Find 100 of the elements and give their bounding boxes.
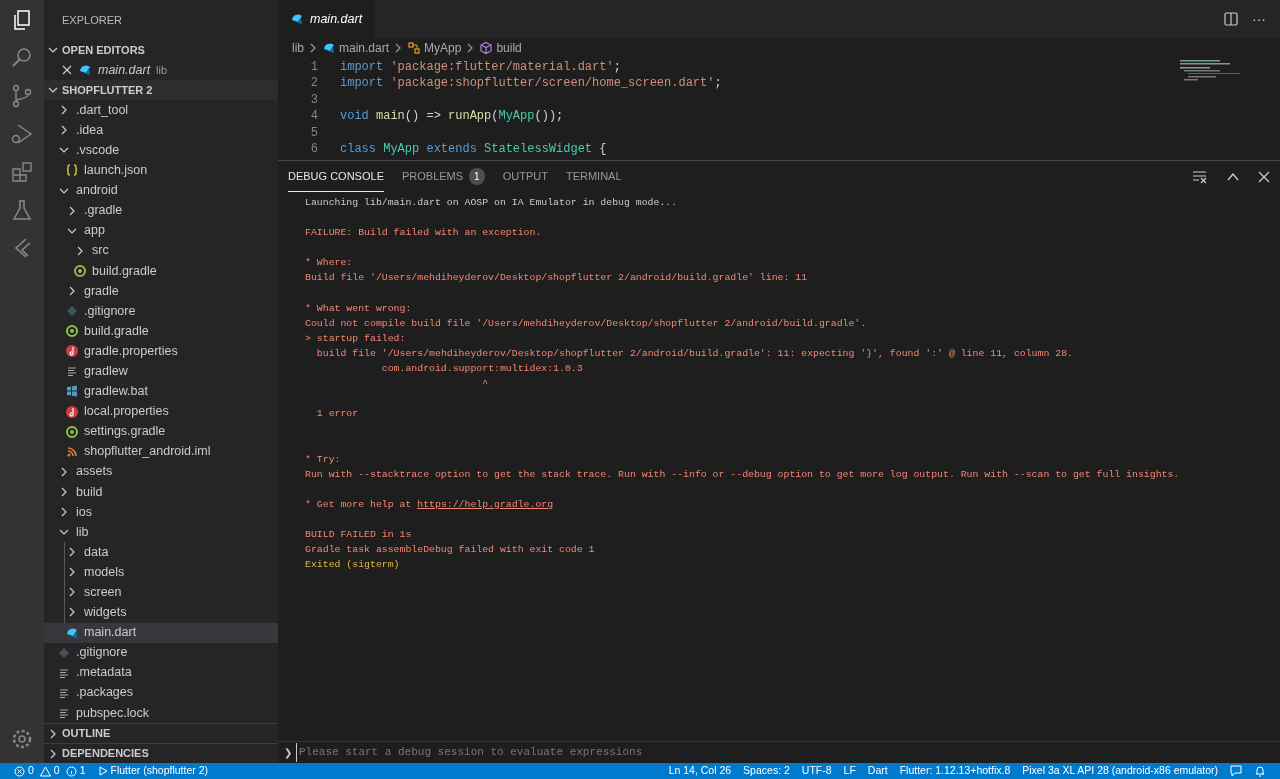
folder-item[interactable]: data <box>44 542 278 563</box>
warning-icon[interactable] <box>39 765 51 777</box>
editor-tab[interactable]: main.dart <box>278 0 375 38</box>
chevron-right-icon[interactable] <box>67 567 77 578</box>
folder-item[interactable]: build <box>44 481 278 502</box>
file-item[interactable]: main.dart <box>44 622 278 643</box>
branch-icon[interactable] <box>10 84 34 108</box>
file-item[interactable]: local.properties <box>44 401 278 422</box>
status-item[interactable]: Pixel 3a XL API 28 (android-x86 emulator) <box>1022 763 1218 779</box>
folder-item[interactable]: assets <box>44 461 278 482</box>
breadcrumb-item[interactable]: MyApp <box>424 39 462 57</box>
expression-input[interactable]: Please start a debug session to evaluate expressions <box>296 743 1280 762</box>
open-editor-item[interactable]: main.dart lib <box>44 60 278 81</box>
file-item[interactable]: .gitignore <box>44 642 278 663</box>
folder-item[interactable]: .dart_tool <box>44 100 278 121</box>
chevron-right-icon[interactable] <box>308 43 318 53</box>
chevron-right-icon[interactable] <box>67 587 77 598</box>
status-item[interactable]: LF <box>843 763 856 779</box>
file-item[interactable]: .packages <box>44 682 278 703</box>
folder-item[interactable]: models <box>44 562 278 583</box>
folder-item[interactable]: android <box>44 180 278 201</box>
status-item[interactable]: Flutter: 1.12.13+hotfix.8 <box>899 763 1011 779</box>
target-icon <box>65 324 79 339</box>
close-icon[interactable] <box>62 65 72 76</box>
breadcrumb-item[interactable]: build <box>496 39 522 57</box>
file-item[interactable]: build.gradle <box>44 260 278 281</box>
folder-item[interactable]: .vscode <box>44 140 278 161</box>
target-icon <box>73 263 87 278</box>
chevron-right-icon[interactable] <box>59 105 69 116</box>
status-item[interactable]: Spaces: 2 <box>743 763 790 779</box>
extensions-icon[interactable] <box>10 160 34 184</box>
chevron-right-icon[interactable] <box>48 748 58 759</box>
help-link[interactable]: https://help.gradle.org <box>417 498 554 510</box>
console-line: Exited (sigterm) <box>305 558 401 573</box>
file-item[interactable]: .gitignore <box>44 301 278 322</box>
console-line: Gradle task assembleDebug failed with exit code 1 <box>305 543 596 558</box>
chevron-down-icon[interactable] <box>48 45 58 55</box>
bell-icon[interactable] <box>1254 765 1266 777</box>
status-item[interactable]: Dart <box>867 763 888 779</box>
console-line: ^ <box>481 377 490 392</box>
panel-tab[interactable]: OUTPUT <box>502 162 548 192</box>
panel-tab[interactable]: TERMINAL <box>565 162 622 192</box>
close-icon[interactable] <box>1258 171 1270 183</box>
more-actions-button[interactable]: ··· <box>1250 6 1268 32</box>
section-header[interactable]: OUTLINE <box>44 723 278 743</box>
play-icon[interactable] <box>97 766 108 776</box>
chevron-right-icon[interactable] <box>48 728 58 739</box>
folder-item[interactable]: app <box>44 220 278 241</box>
section-header[interactable]: SHOPFLUTTER 2 <box>44 80 278 101</box>
debug-target[interactable]: Flutter (shopflutter 2) <box>110 763 208 779</box>
file-item[interactable]: gradle.properties <box>44 341 278 362</box>
folder-item[interactable]: .idea <box>44 120 278 141</box>
code-line: class MyApp extends StatelessWidget { <box>340 140 607 157</box>
folder-item[interactable]: src <box>44 240 278 261</box>
folder-item[interactable]: lib <box>44 522 278 543</box>
dart-icon <box>290 12 304 26</box>
console-line: build file '/Users/mehdiheyderov/Desktop/shopflutter 2/android/build.gradle': 11: expecting '}', found ':' @ line 11, column 28. <box>315 346 1074 361</box>
chevron-right-icon[interactable] <box>67 205 77 216</box>
status-item[interactable]: Ln 14, Col 26 <box>668 763 732 779</box>
lines-icon <box>65 364 79 379</box>
folder-item[interactable]: widgets <box>44 602 278 623</box>
console-line: Build file '/Users/mehdiheyderov/Desktop/shopflutter 2/android/build.gradle' line: 11 <box>305 271 809 286</box>
console-line: Launching lib/main.dart on AOSP on IA Emulator in debug mode... <box>305 196 679 210</box>
file-item[interactable]: build.gradle <box>44 321 278 342</box>
info-icon[interactable] <box>65 765 77 777</box>
warning-count[interactable]: 0 <box>53 763 60 779</box>
file-item[interactable]: settings.gradle <box>44 421 278 442</box>
status-item[interactable]: UTF-8 <box>801 763 832 779</box>
file-item[interactable]: gradlew.bat <box>44 381 278 402</box>
info-count[interactable]: 1 <box>79 763 86 779</box>
chevron-right-icon[interactable] <box>67 286 77 296</box>
breadcrumb-item[interactable]: lib <box>292 39 304 57</box>
error-count[interactable]: 0 <box>28 763 34 779</box>
folder-item[interactable]: gradle <box>44 280 278 302</box>
file-item[interactable]: pubspec.lock <box>44 702 278 723</box>
chevron-right-icon[interactable] <box>75 245 85 256</box>
error-icon[interactable] <box>14 765 25 777</box>
feedback-icon[interactable] <box>1230 765 1242 777</box>
chevron-right-icon[interactable] <box>59 486 69 497</box>
chevron-right-icon[interactable] <box>59 125 69 136</box>
panel-tab[interactable]: DEBUG CONSOLE <box>288 162 384 192</box>
flask-icon[interactable] <box>10 198 34 222</box>
file-item[interactable]: .metadata <box>44 662 278 683</box>
folder-item[interactable]: ios <box>44 501 278 523</box>
panel-tab[interactable]: PROBLEMS 1 <box>401 162 485 192</box>
chevron-right-icon[interactable] <box>59 466 69 477</box>
console-line: Could not compile build file '/Users/mehdiheyderov/Desktop/shopflutter 2/android/build.gradle'. <box>305 316 868 331</box>
breadcrumb-item[interactable]: main.dart <box>339 39 390 57</box>
file-item[interactable]: launch.json <box>44 160 278 181</box>
debug-icon[interactable] <box>10 122 34 146</box>
folder-item[interactable]: screen <box>44 582 278 603</box>
settings-icon[interactable] <box>10 727 34 751</box>
clear-console-icon[interactable] <box>1192 170 1208 184</box>
file-item[interactable]: shopflutter_android.iml <box>44 441 278 462</box>
chevron-right-icon[interactable] <box>67 607 77 618</box>
split-editor-icon[interactable] <box>1224 12 1238 26</box>
file-item[interactable]: gradlew <box>44 361 278 382</box>
folder-item[interactable]: .gradle <box>44 200 278 221</box>
chevron-right-icon[interactable] <box>67 547 77 558</box>
chevron-right-icon[interactable] <box>59 507 69 517</box>
